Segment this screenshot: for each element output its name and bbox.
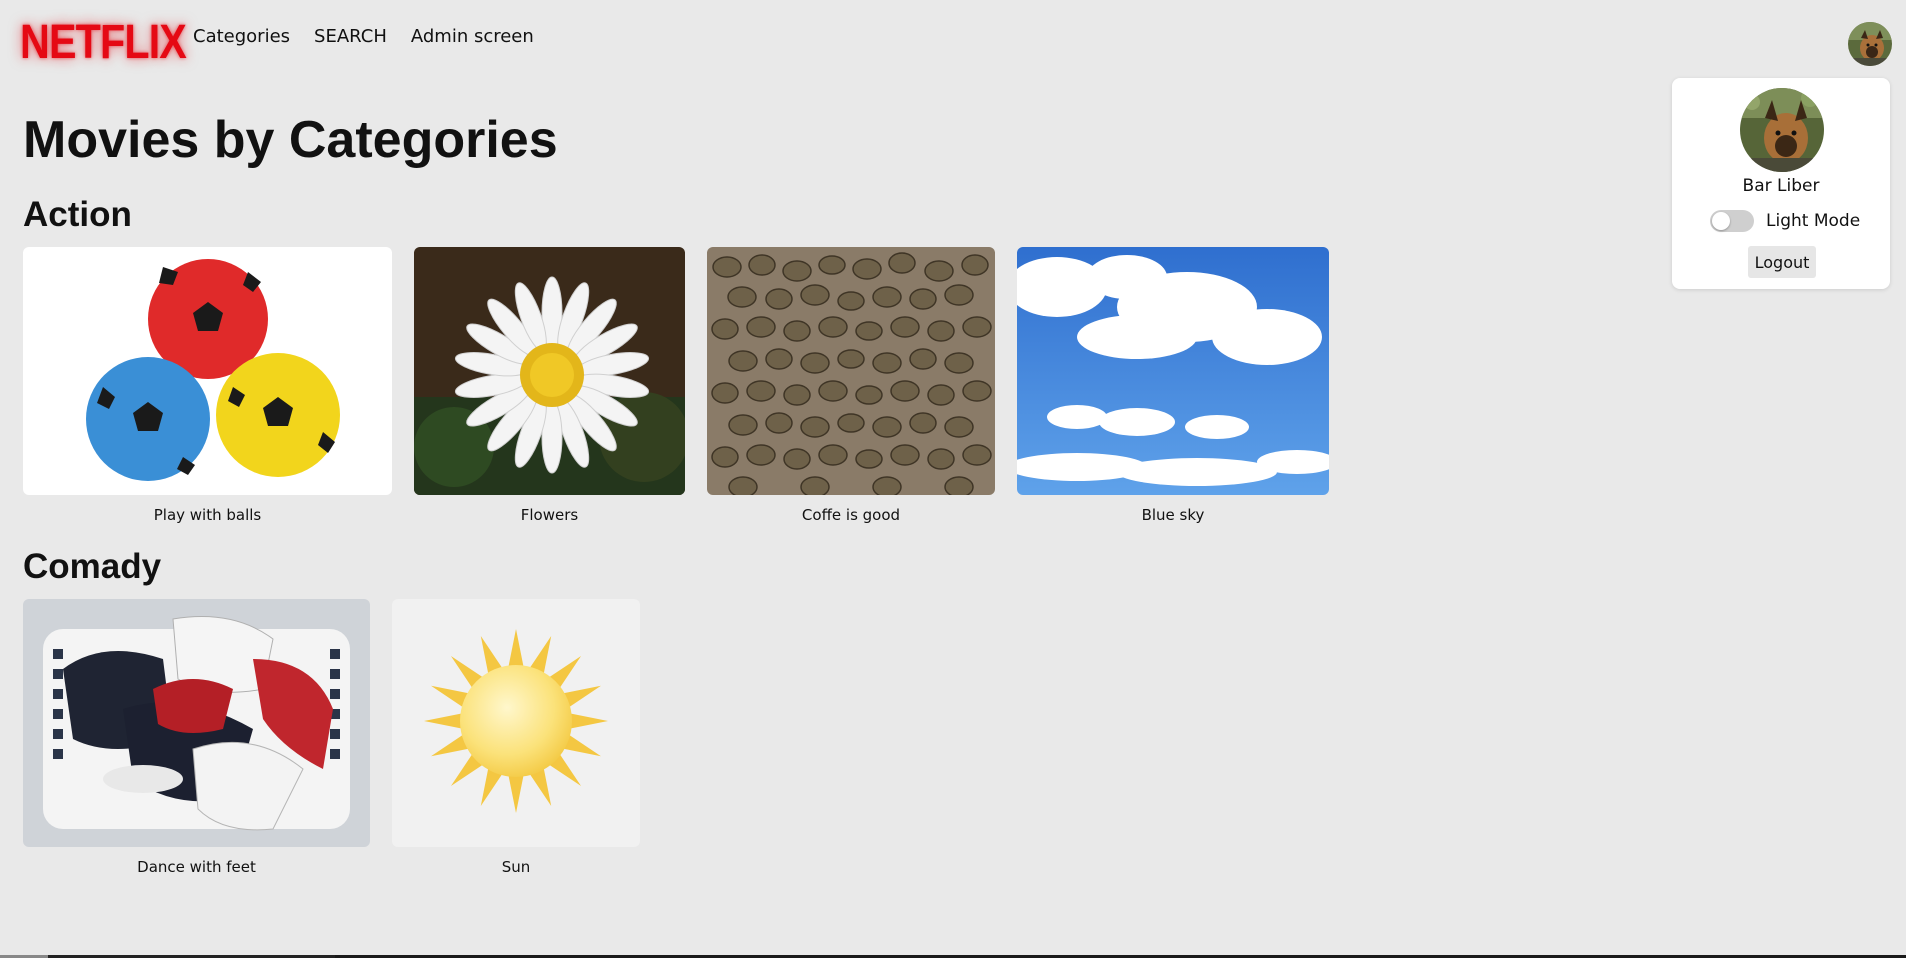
movie-thumbnail[interactable]	[392, 599, 640, 847]
sun-image	[392, 599, 640, 847]
main-nav: Categories SEARCH Admin screen	[193, 26, 534, 47]
nav-categories-link[interactable]: Categories	[193, 26, 290, 47]
movie-thumbnail[interactable]	[707, 247, 995, 495]
movie-title: Coffe is good	[801, 506, 901, 524]
sky-image	[1017, 247, 1329, 495]
movie-card[interactable]: Play with balls	[23, 247, 392, 524]
movie-card[interactable]: Blue sky	[1017, 247, 1329, 524]
coffee-beans-image	[707, 247, 995, 495]
movie-title: Sun	[501, 858, 531, 876]
netflix-logo[interactable]: NETFLIX	[20, 16, 187, 70]
balls-image	[23, 247, 392, 495]
light-mode-row: Light Mode	[1710, 210, 1860, 232]
movie-title: Dance with feet	[137, 858, 256, 876]
movie-card[interactable]: Coffe is good	[707, 247, 995, 524]
light-mode-label: Light Mode	[1766, 211, 1861, 231]
user-name: Bar Liber	[1742, 176, 1820, 196]
page-title: Movies by Categories	[23, 111, 558, 169]
movie-title: Play with balls	[153, 506, 262, 524]
nav-search-link[interactable]: SEARCH	[314, 26, 387, 47]
movie-thumbnail[interactable]	[414, 247, 685, 495]
category-title-comady: Comady	[23, 547, 162, 586]
movie-title: Flowers	[520, 506, 579, 524]
logout-button[interactable]: Logout	[1748, 246, 1816, 278]
taskbar-edge	[0, 953, 1906, 958]
user-menu-popover: Bar Liber Light Mode Logout	[1672, 78, 1890, 289]
sneakers-image	[23, 599, 370, 847]
movie-thumbnail[interactable]	[23, 247, 392, 495]
dog-avatar-icon	[1848, 22, 1892, 66]
category-title-action: Action	[23, 195, 132, 234]
nav-admin-screen-link[interactable]: Admin screen	[411, 26, 534, 47]
daisy-image	[414, 247, 685, 495]
light-mode-toggle[interactable]	[1710, 210, 1754, 232]
movie-card[interactable]: Flowers	[414, 247, 685, 524]
movie-title: Blue sky	[1141, 506, 1205, 524]
user-avatar-button[interactable]	[1848, 22, 1892, 66]
top-nav-bar: NETFLIX Categories SEARCH Admin screen	[0, 0, 1906, 75]
dog-avatar-icon	[1740, 88, 1824, 172]
user-profile-avatar	[1740, 88, 1824, 172]
movie-thumbnail[interactable]	[1017, 247, 1329, 495]
movie-card[interactable]: Dance with feet	[23, 599, 370, 876]
toggle-knob	[1712, 212, 1730, 230]
movie-card[interactable]: Sun	[392, 599, 640, 876]
movie-thumbnail[interactable]	[23, 599, 370, 847]
